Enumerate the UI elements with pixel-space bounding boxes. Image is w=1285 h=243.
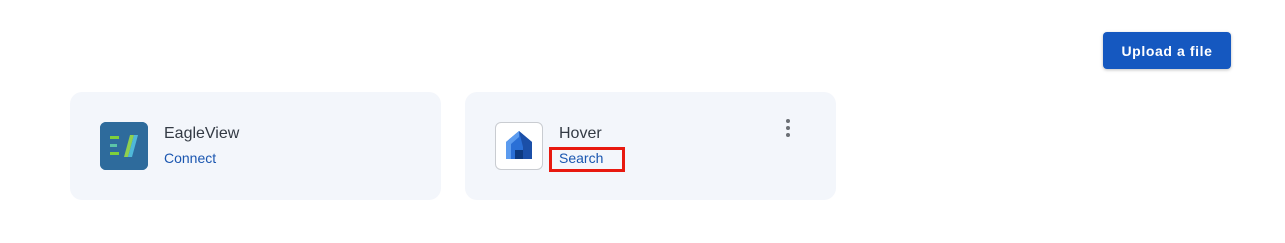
upload-file-button[interactable]: Upload a file bbox=[1103, 32, 1231, 69]
integration-card-hover: Hover Search bbox=[465, 92, 836, 200]
integration-card-eagleview: EagleView Connect bbox=[70, 92, 441, 200]
hover-logo-icon bbox=[495, 122, 543, 170]
integration-name: Hover bbox=[559, 125, 602, 142]
connect-link[interactable]: Connect bbox=[164, 150, 216, 166]
integrations-page: Upload a file EagleView Connect Hover Se… bbox=[0, 0, 1285, 243]
search-link[interactable]: Search bbox=[559, 150, 603, 166]
integration-name: EagleView bbox=[164, 125, 240, 142]
eagleview-logo-icon bbox=[100, 122, 148, 170]
more-vert-icon[interactable] bbox=[778, 118, 798, 138]
